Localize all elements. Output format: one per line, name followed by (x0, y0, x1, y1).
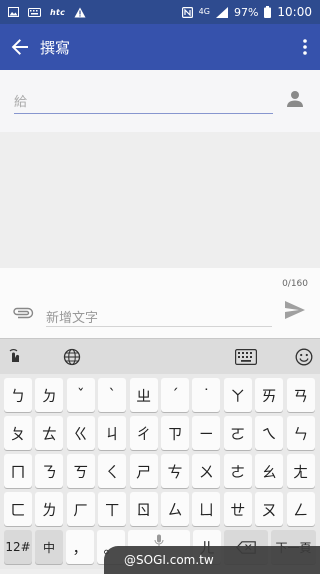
key[interactable]: ㄛ (223, 416, 252, 450)
battery-icon (264, 6, 272, 18)
keyboard-toolbar (0, 338, 320, 374)
compose-bar: 0/160 新增文字 (0, 268, 320, 338)
comma-key[interactable]: ， (66, 530, 94, 564)
key[interactable]: ㄔ (129, 416, 158, 450)
paperclip-icon (13, 307, 34, 319)
key[interactable]: ㄑ (98, 454, 127, 488)
key[interactable]: ㄏ (66, 492, 95, 526)
arrow-back-icon (11, 39, 28, 55)
network-type: 4G (198, 7, 210, 16)
image-notification-icon (8, 7, 19, 17)
recipient-input[interactable]: 給 (14, 88, 273, 114)
key[interactable]: ㄎ (66, 454, 95, 488)
key[interactable]: ㄟ (255, 416, 284, 450)
key[interactable]: ㄥ (286, 492, 315, 526)
clock: 10:00 (277, 5, 312, 19)
key[interactable]: ㄠ (255, 454, 284, 488)
key[interactable]: ㄋ (35, 454, 64, 488)
key[interactable]: ㄤ (286, 454, 315, 488)
key[interactable]: ㄘ (161, 454, 189, 488)
key[interactable]: ㄝ (223, 492, 252, 526)
keyboard-layout-button[interactable] (234, 345, 258, 369)
key[interactable]: ㄙ (161, 492, 189, 526)
emoji-button[interactable] (292, 345, 316, 369)
key[interactable]: ㄢ (286, 378, 315, 412)
add-contact-button[interactable] (286, 90, 304, 112)
warning-icon (74, 7, 86, 18)
page-title: 撰寫 (40, 38, 71, 57)
key[interactable]: ㄅ (4, 378, 32, 412)
chinese-mode-key[interactable]: 中 (35, 530, 63, 564)
key[interactable]: ㄉ (35, 378, 64, 412)
attach-button[interactable] (12, 304, 34, 323)
language-switch-button[interactable] (60, 345, 84, 369)
battery-percent: 97% (233, 5, 259, 19)
key[interactable]: ㄧ (192, 416, 221, 450)
key[interactable]: ㄍ (66, 416, 95, 450)
more-vert-icon (303, 39, 307, 55)
send-icon (285, 301, 305, 319)
person-icon (287, 91, 303, 107)
zhuyin-keyboard: ㄅㄉ ˇ ˋ ㄓ ˊ ˙ ㄚㄞㄢㄆㄊㄍㄐㄔㄗㄧㄛㄟㄣㄇㄋㄎㄑㄕㄘㄨㄜㄠㄤㄈㄌㄏㄒㄖㄙㄩㄝㄡㄥ… (0, 374, 320, 569)
key[interactable]: ㄌ (35, 492, 64, 526)
key[interactable]: ㄕ (129, 454, 158, 488)
key[interactable]: ˋ (98, 378, 127, 412)
char-counter: 0/160 (282, 279, 308, 289)
key[interactable]: ˙ (192, 378, 221, 412)
key[interactable]: ㄗ (161, 416, 189, 450)
key[interactable]: ㄜ (223, 454, 252, 488)
key[interactable]: ㄆ (4, 416, 32, 450)
message-input[interactable]: 新增文字 (46, 305, 272, 327)
voice-handwriting-button[interactable] (4, 345, 28, 369)
key[interactable]: ㄩ (192, 492, 221, 526)
key[interactable]: ㄐ (98, 416, 127, 450)
keyboard-settings-icon (235, 349, 257, 365)
key[interactable]: ㄇ (4, 454, 32, 488)
recipient-area: 給 (0, 70, 320, 132)
watermark: @SOGI.com.tw (104, 546, 320, 574)
key[interactable]: ㄊ (35, 416, 64, 450)
key[interactable]: ㄈ (4, 492, 32, 526)
globe-icon (63, 348, 81, 366)
back-button[interactable] (0, 24, 40, 70)
send-button[interactable] (285, 301, 305, 323)
key[interactable]: ㄚ (223, 378, 252, 412)
key[interactable]: ㄓ (129, 378, 158, 412)
gesture-icon (9, 349, 20, 362)
smiley-icon (295, 348, 313, 366)
signal-icon (215, 6, 228, 18)
carrier-logo: htc (50, 7, 66, 17)
key[interactable]: ㄣ (286, 416, 315, 450)
key[interactable]: ㄨ (192, 454, 221, 488)
key[interactable]: ˇ (66, 378, 95, 412)
nfc-icon (181, 6, 193, 18)
conversation-area (0, 132, 320, 268)
status-bar: htc 4G 97% 10:00 (0, 0, 320, 24)
key[interactable]: ㄖ (129, 492, 158, 526)
key[interactable]: ㄡ (255, 492, 284, 526)
key[interactable]: ˊ (161, 378, 189, 412)
keyboard-notification-icon (28, 7, 41, 17)
symbols-key[interactable]: 12# (4, 530, 32, 564)
app-bar: 撰寫 (0, 24, 320, 70)
overflow-menu-button[interactable] (290, 24, 320, 70)
key[interactable]: ㄞ (255, 378, 284, 412)
key[interactable]: ㄒ (98, 492, 127, 526)
